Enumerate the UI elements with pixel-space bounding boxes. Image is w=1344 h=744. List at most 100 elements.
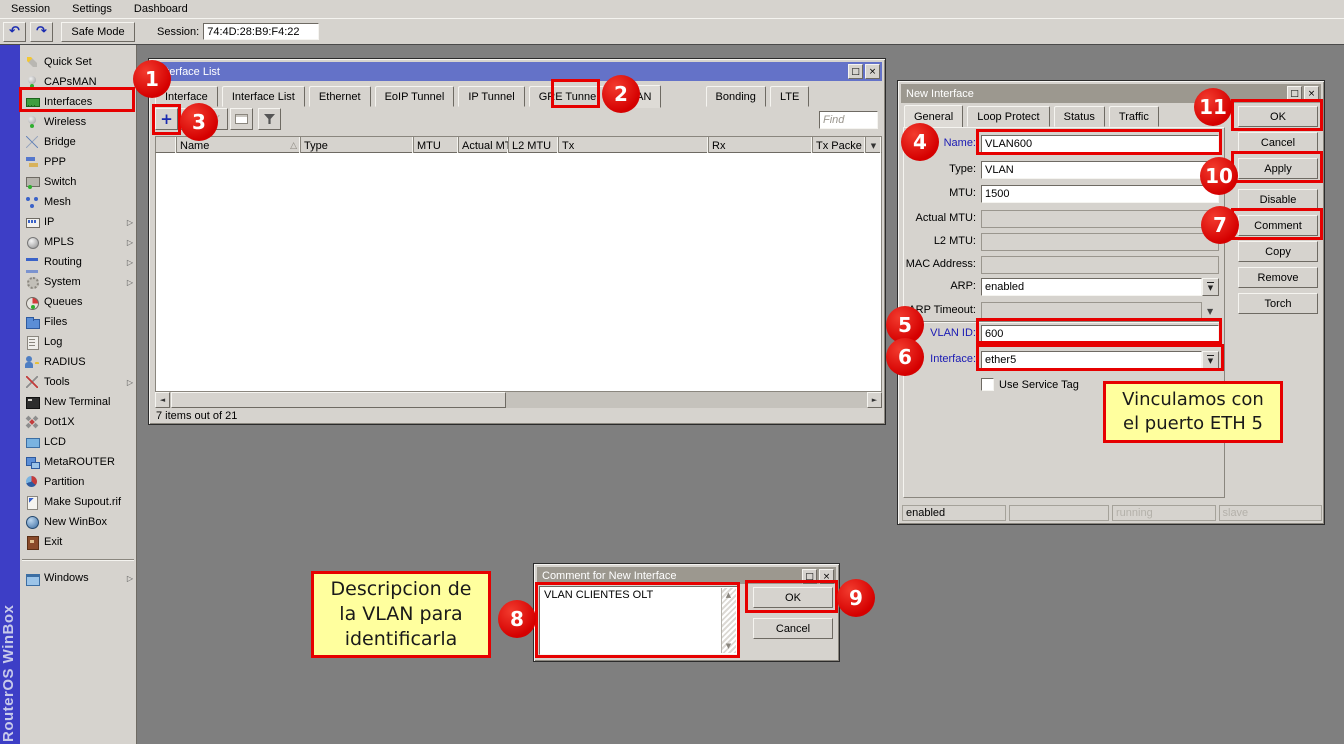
sidebar-item-label: Dot1X (44, 416, 75, 428)
close-icon[interactable]: × (865, 64, 880, 79)
status-text: running (1116, 507, 1153, 519)
sidebar-item-log[interactable]: Log (20, 332, 136, 352)
sphere-icon (25, 235, 39, 249)
tab-lte[interactable]: LTE (770, 86, 809, 107)
column-l2-mtu[interactable]: L2 MTU (509, 137, 559, 154)
arp-dropdown[interactable]: enabled (981, 278, 1202, 296)
submenu-arrow-icon: ▷ (127, 218, 133, 227)
sidebar-item-bridge[interactable]: Bridge (20, 132, 136, 152)
sidebar-item-label: Switch (44, 176, 76, 188)
column-actual-mtu[interactable]: Actual MTU (459, 137, 509, 154)
window-title: Comment for New Interface (542, 570, 677, 582)
interface-list-titlebar[interactable]: Interface List □ × (152, 62, 882, 81)
torch-button[interactable]: Torch (1238, 293, 1318, 314)
horizontal-scrollbar[interactable]: ◄ ► (155, 392, 882, 408)
sidebar-item-radius[interactable]: RADIUS (20, 352, 136, 372)
menu-session[interactable]: Session (0, 3, 61, 15)
actual-mtu-input (981, 210, 1219, 228)
maximize-icon[interactable]: □ (848, 64, 863, 79)
sidebar-item-wireless[interactable]: Wireless (20, 112, 136, 132)
switch-icon (25, 175, 39, 189)
interface-list-body[interactable] (155, 153, 882, 392)
metarouter-icon (25, 455, 39, 469)
sidebar-item-routing[interactable]: Routing▷ (20, 252, 136, 272)
menu-dashboard[interactable]: Dashboard (123, 3, 199, 15)
scrollbar-thumb[interactable] (171, 392, 506, 408)
column-type[interactable]: Type (301, 137, 414, 154)
sidebar-item-label: Bridge (44, 136, 76, 148)
column-chooser-dropdown[interactable]: ▼ (866, 137, 881, 154)
status-text: 7 items out of 21 (156, 410, 237, 422)
tab-traffic[interactable]: Traffic (1109, 106, 1159, 127)
sidebar-item-windows[interactable]: Windows▷ (20, 568, 136, 588)
tab-status[interactable]: Status (1054, 106, 1105, 127)
chevron-down-glyph: ▼ (1207, 307, 1213, 316)
column-mtu[interactable]: MTU (414, 137, 459, 154)
cancel-button[interactable]: Cancel (1238, 132, 1318, 153)
safe-mode-button[interactable]: Safe Mode (61, 22, 135, 42)
chevron-down-icon: ▼ (871, 142, 876, 150)
mtu-label: MTU: (898, 187, 976, 199)
sidebar-item-label: New Terminal (44, 396, 110, 408)
tab-interface-list[interactable]: Interface List (222, 86, 305, 107)
sidebar-item-quick-set[interactable]: Quick Set (20, 52, 136, 72)
scroll-right-icon[interactable]: ► (867, 392, 882, 408)
tab-eoip-tunnel[interactable]: EoIP Tunnel (375, 86, 455, 107)
sidebar-item-make-supout[interactable]: Make Supout.rif (20, 492, 136, 512)
sidebar-item-metarouter[interactable]: MetaROUTER (20, 452, 136, 472)
highlight-apply-button (1231, 151, 1323, 183)
find-input[interactable] (819, 111, 878, 129)
copy-button[interactable]: Copy (1238, 241, 1318, 262)
tab-loop-protect[interactable]: Loop Protect (967, 106, 1049, 127)
undo-button[interactable]: ↶ (3, 22, 26, 42)
sidebar-item-label: Exit (44, 536, 62, 548)
redo-button[interactable]: ↷ (30, 22, 53, 42)
sidebar-item-mesh[interactable]: Mesh (20, 192, 136, 212)
sidebar-item-switch[interactable]: Switch (20, 172, 136, 192)
sidebar-item-ip[interactable]: IP▷ (20, 212, 136, 232)
comment-cancel-button[interactable]: Cancel (753, 618, 833, 639)
column-rx[interactable]: Rx (709, 137, 813, 154)
sidebar-item-system[interactable]: System▷ (20, 272, 136, 292)
column-icon[interactable] (156, 137, 177, 154)
tab-ip-tunnel[interactable]: IP Tunnel (458, 86, 524, 107)
note-vlan-description: Descripcion de la VLAN para identificarl… (311, 571, 491, 658)
sidebar-item-partition[interactable]: Partition (20, 472, 136, 492)
sidebar-item-queues[interactable]: Queues (20, 292, 136, 312)
scroll-left-icon[interactable]: ◄ (155, 392, 170, 408)
mtu-input[interactable]: 1500 (981, 185, 1219, 203)
type-input[interactable]: VLAN (981, 161, 1219, 179)
highlight-comment-ok (745, 580, 838, 613)
session-input[interactable] (203, 23, 319, 40)
sidebar-item-mpls[interactable]: MPLS▷ (20, 232, 136, 252)
filter-button[interactable] (258, 108, 281, 130)
sidebar-item-new-winbox[interactable]: New WinBox (20, 512, 136, 532)
sidebar-item-label: Make Supout.rif (44, 496, 121, 508)
chevron-down-icon[interactable]: ▼ (1207, 307, 1213, 316)
sidebar-item-label: MPLS (44, 236, 74, 248)
sidebar-item-new-terminal[interactable]: New Terminal (20, 392, 136, 412)
sidebar-item-label: Mesh (44, 196, 71, 208)
l2-mtu-input (981, 233, 1219, 251)
sidebar-item-tools[interactable]: Tools▷ (20, 372, 136, 392)
tab-bonding[interactable]: Bonding (706, 86, 766, 107)
submenu-arrow-icon: ▷ (127, 258, 133, 267)
sidebar-item-label: Wireless (44, 116, 86, 128)
use-service-tag-checkbox[interactable] (981, 378, 994, 391)
folder-icon (25, 315, 39, 329)
menu-settings[interactable]: Settings (61, 3, 123, 15)
column-tx[interactable]: Tx (559, 137, 709, 154)
column-tx-packets[interactable]: Tx Packe (813, 137, 866, 154)
remove-button[interactable]: Remove (1238, 267, 1318, 288)
sidebar-item-lcd[interactable]: LCD (20, 432, 136, 452)
disable-button[interactable]: Disable (1238, 189, 1318, 210)
comment-button[interactable] (230, 108, 253, 130)
sidebar-item-exit[interactable]: Exit (20, 532, 136, 552)
sidebar-item-label: Tools (44, 376, 70, 388)
note-line: Descripcion de (331, 577, 472, 602)
sidebar-item-dot1x[interactable]: Dot1X (20, 412, 136, 432)
tab-ethernet[interactable]: Ethernet (309, 86, 371, 107)
sidebar-item-files[interactable]: Files (20, 312, 136, 332)
arp-dropdown-button[interactable]: ▼ (1202, 278, 1219, 296)
sidebar-item-ppp[interactable]: PPP (20, 152, 136, 172)
